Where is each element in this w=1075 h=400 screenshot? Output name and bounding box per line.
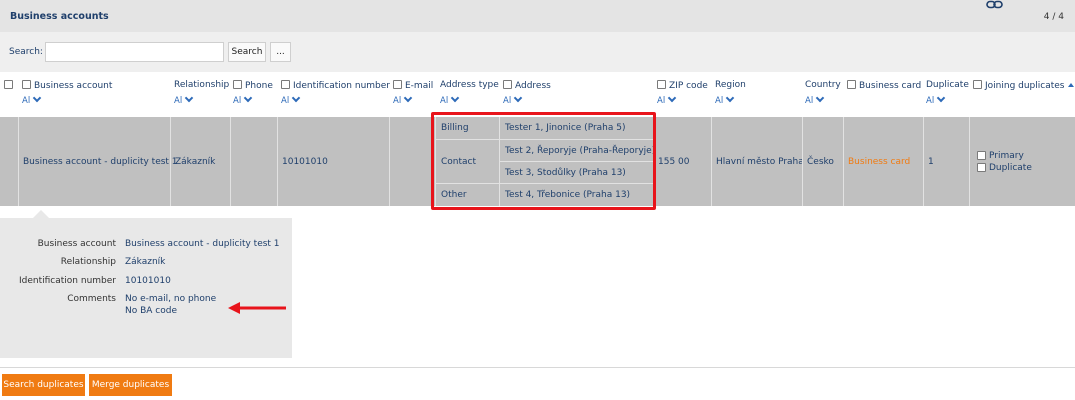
- business-card-link[interactable]: Business card: [843, 117, 923, 206]
- detail-relationship-label: Relationship: [60, 257, 116, 267]
- column-business-account[interactable]: Business account: [22, 80, 112, 91]
- column-joining-duplicates[interactable]: Joining duplicates: [973, 80, 1074, 91]
- column-checkbox[interactable]: [503, 80, 512, 89]
- primary-label: Primary: [989, 150, 1024, 161]
- address-type-other: Other: [435, 183, 499, 206]
- address-contact-1[interactable]: Test 2, Řeporyje (Praha-Řeporyje): [499, 139, 655, 161]
- column-checkbox[interactable]: [233, 80, 242, 89]
- column-checkbox[interactable]: [393, 80, 402, 89]
- title-bar: Business accounts 4 / 4: [0, 0, 1075, 32]
- detail-panel: Business account Business account - dupl…: [0, 218, 292, 358]
- primary-option[interactable]: Primary: [977, 151, 1032, 161]
- table-row[interactable]: Business account - duplicity test 1 Záka…: [0, 117, 1075, 206]
- detail-identification-value: 10101010: [125, 276, 171, 286]
- merge-duplicates-button[interactable]: Merge duplicates: [89, 374, 172, 396]
- column-region[interactable]: Region: [715, 80, 746, 90]
- column-address[interactable]: Address: [503, 80, 551, 91]
- sort-ascending-icon[interactable]: [1067, 83, 1074, 87]
- column-country[interactable]: Country: [805, 80, 841, 90]
- search-input[interactable]: [45, 42, 224, 62]
- select-all-checkbox[interactable]: [4, 80, 16, 91]
- filter-region[interactable]: Al: [715, 93, 735, 106]
- detail-comments-label: Comments: [67, 294, 116, 304]
- column-address-type[interactable]: Address type: [440, 80, 499, 90]
- column-checkbox[interactable]: [22, 80, 31, 89]
- filter-identification-number[interactable]: Al: [281, 93, 301, 106]
- duplicate-checkbox[interactable]: [977, 163, 986, 172]
- address-other[interactable]: Test 4, Třebonice (Praha 13): [499, 183, 653, 206]
- primary-checkbox[interactable]: [977, 151, 986, 160]
- search-bar: Search: Search ...: [0, 32, 1075, 72]
- chevron-down-icon: [32, 93, 42, 103]
- filter-country[interactable]: Al: [805, 93, 825, 106]
- detail-business-account-label: Business account: [37, 239, 116, 249]
- cell-phone: [230, 117, 277, 206]
- filter-email[interactable]: Al: [393, 93, 413, 106]
- column-zip-code[interactable]: ZIP code: [657, 80, 708, 91]
- address-type-billing: Billing: [435, 117, 499, 139]
- chevron-down-icon: [513, 93, 523, 103]
- detail-business-account-value: Business account - duplicity test 1: [125, 239, 280, 249]
- duplicate-label: Duplicate: [989, 162, 1032, 173]
- chevron-down-icon: [291, 93, 301, 103]
- search-duplicates-button[interactable]: Search duplicates: [2, 374, 85, 396]
- cell-region: Hlavní město Praha: [711, 117, 804, 206]
- detail-comments-line-1: No e-mail, no phone: [125, 294, 217, 304]
- chevron-down-icon: [815, 93, 825, 103]
- column-checkbox[interactable]: [657, 80, 666, 89]
- chevron-down-icon: [403, 93, 413, 103]
- detail-identification-label: Identification number: [19, 276, 116, 286]
- more-options-button[interactable]: ...: [270, 42, 291, 62]
- arrow-left-icon: [228, 302, 286, 314]
- cell-relationship: Zákazník: [170, 117, 230, 206]
- chevron-down-icon: [667, 93, 677, 103]
- filter-address-type[interactable]: Al: [440, 93, 460, 106]
- column-relationship[interactable]: Relationship: [174, 80, 229, 90]
- address-contact-2[interactable]: Test 3, Stodůlky (Praha 13): [499, 161, 653, 183]
- search-label: Search:: [9, 47, 43, 57]
- duplicate-option[interactable]: Duplicate: [977, 163, 1032, 173]
- chevron-down-icon: [725, 93, 735, 103]
- chevron-down-icon: [450, 93, 460, 103]
- footer-divider: [0, 367, 1075, 368]
- column-email[interactable]: E-mail: [393, 80, 433, 91]
- detail-pointer: [33, 210, 49, 218]
- cell-business-account[interactable]: Business account - duplicity test 1: [18, 117, 178, 206]
- column-duplicate[interactable]: Duplicate: [926, 80, 969, 90]
- column-phone[interactable]: Phone: [233, 80, 273, 91]
- cell-country: Česko: [802, 117, 843, 206]
- column-checkbox[interactable]: [973, 80, 982, 89]
- detail-comments-line-2: No BA code: [125, 306, 177, 316]
- filter-business-account[interactable]: Al: [22, 93, 42, 106]
- address-billing[interactable]: Tester 1, Jinonice (Praha 5): [499, 117, 653, 139]
- cell-email: [389, 117, 435, 206]
- cell-duplicate: 1: [923, 117, 969, 206]
- chevron-down-icon: [243, 93, 253, 103]
- record-count: 4 / 4: [1043, 12, 1064, 22]
- column-checkbox[interactable]: [847, 80, 856, 89]
- column-business-card[interactable]: Business card: [847, 80, 921, 91]
- filter-phone[interactable]: Al: [233, 93, 253, 106]
- filter-duplicate[interactable]: Al: [926, 93, 946, 106]
- cell-joining-duplicates: Primary Duplicate: [969, 117, 1075, 206]
- chevron-down-icon: [936, 93, 946, 103]
- filter-zip-code[interactable]: Al: [657, 93, 677, 106]
- link-icon[interactable]: [986, 0, 1004, 10]
- table-header: Business account Al Relationship Al Phon…: [0, 72, 1075, 117]
- chevron-down-icon: [184, 93, 194, 103]
- column-checkbox[interactable]: [281, 80, 290, 89]
- column-identification-number[interactable]: Identification number: [281, 80, 390, 91]
- row-select-cell: [0, 117, 18, 206]
- cell-identification-number: 10101010: [277, 117, 389, 206]
- address-type-contact: Contact: [435, 139, 499, 183]
- filter-relationship[interactable]: Al: [174, 93, 194, 106]
- search-button[interactable]: Search: [228, 42, 266, 62]
- cell-zip-code: 155 00: [653, 117, 711, 206]
- detail-relationship-value: Zákazník: [125, 257, 166, 267]
- filter-address[interactable]: Al: [503, 93, 523, 106]
- page-title: Business accounts: [10, 11, 109, 22]
